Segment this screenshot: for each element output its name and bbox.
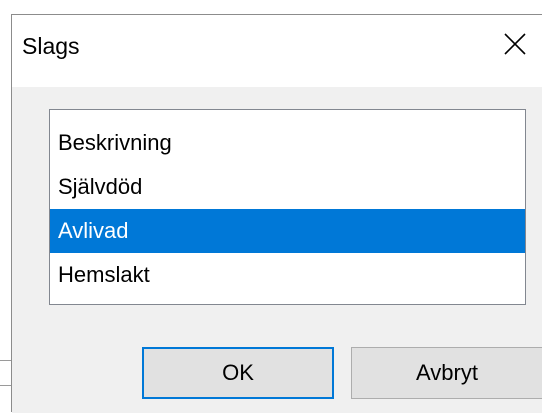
list-item-avlivad[interactable]: Avlivad [50,209,525,253]
list-item-sjalvdod[interactable]: Självdöd [50,165,525,209]
close-button[interactable] [492,21,538,67]
dialog-client-area: Beskrivning Självdöd Avlivad Hemslakt OK… [12,87,542,413]
list-item-beskrivning[interactable]: Beskrivning [50,121,525,165]
cancel-button[interactable]: Avbryt [351,347,542,399]
ok-button[interactable]: OK [142,347,334,399]
slags-listbox[interactable]: Beskrivning Självdöd Avlivad Hemslakt [49,109,526,305]
list-item-hemslakt[interactable]: Hemslakt [50,253,525,297]
close-icon [504,33,526,55]
dialog-title: Slags [22,33,80,59]
slags-dialog: Slags Beskrivning Självdöd Avlivad Hemsl… [11,14,542,413]
